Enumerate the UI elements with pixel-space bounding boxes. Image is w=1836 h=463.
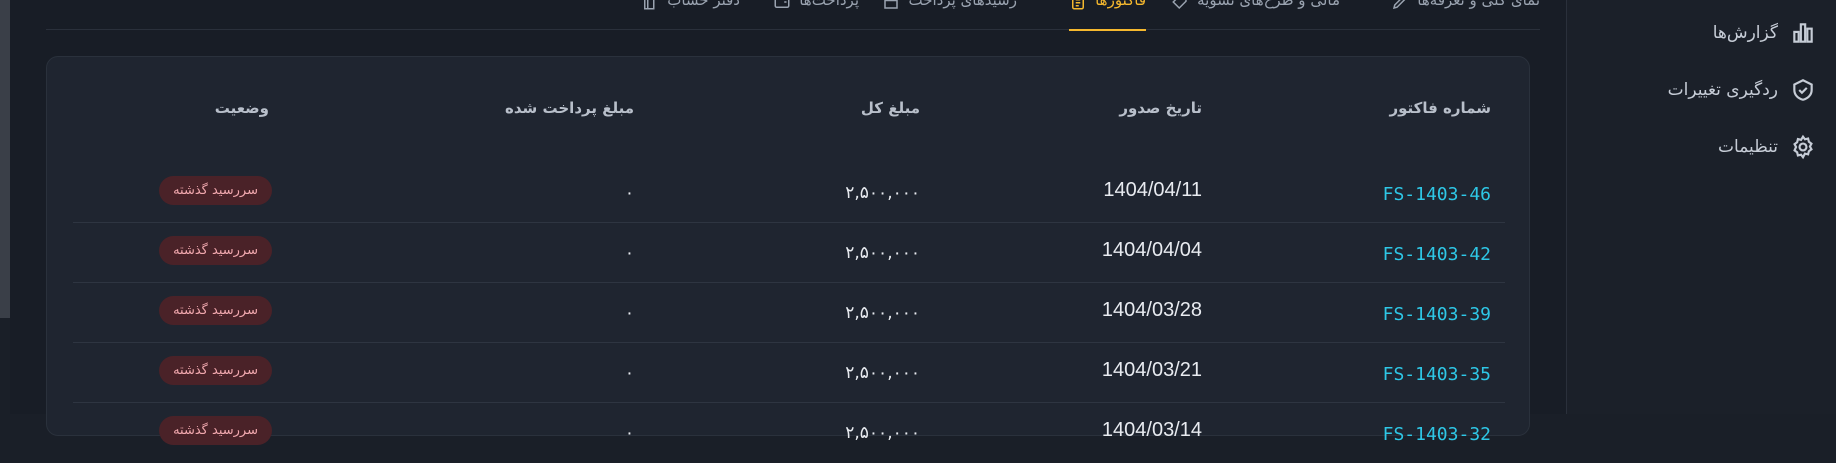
- paid-amount: ۰: [624, 183, 634, 203]
- tab-label: پرداخت‌ها: [799, 0, 859, 9]
- tab-bar: نمای کلی و تعرفه‌ها مالی و طرح‌های تسویه…: [46, 0, 1540, 31]
- document-icon: [1072, 0, 1085, 10]
- paid-amount: ۰: [624, 303, 634, 323]
- header-issue-date: تاریخ صدور: [1119, 99, 1202, 117]
- tab-label: مالی و طرح‌های تسویه: [1197, 0, 1340, 9]
- tag-icon: [1172, 0, 1187, 10]
- gear-icon: [1793, 134, 1813, 160]
- page-scrollbar[interactable]: [0, 0, 10, 318]
- status-badge: سررسید گذشته: [159, 176, 272, 205]
- invoices-table: شماره فاکتور تاریخ صدور مبلغ کل مبلغ پرد…: [73, 57, 1505, 463]
- invoice-number-link[interactable]: FS-1403-39: [1383, 304, 1491, 325]
- total-amount: ۲,۵۰۰,۰۰۰: [845, 243, 920, 263]
- sidebar: گزارش‌ها ردگیری تغییرات تنظیمات: [1566, 0, 1836, 414]
- issue-date: 1404/03/21: [1101, 359, 1202, 381]
- tab-receipts[interactable]: رسیدهای پرداخت: [882, 0, 1017, 30]
- total-amount: ۲,۵۰۰,۰۰۰: [845, 423, 920, 443]
- paid-amount: ۰: [624, 423, 634, 443]
- header-invoice-no: شماره فاکتور: [1389, 99, 1492, 117]
- main-content: نمای کلی و تعرفه‌ها مالی و طرح‌های تسویه…: [10, 0, 1566, 445]
- sidebar-item-settings[interactable]: تنظیمات: [1718, 132, 1816, 162]
- tab-overview[interactable]: نمای کلی و تعرفه‌ها: [1391, 0, 1540, 30]
- total-amount: ۲,۵۰۰,۰۰۰: [845, 183, 920, 203]
- invoice-number-link[interactable]: FS-1403-46: [1383, 184, 1491, 205]
- invoice-number-link[interactable]: FS-1403-42: [1383, 244, 1491, 265]
- pencil-icon: [1393, 0, 1406, 10]
- header-status: وضعیت: [214, 99, 269, 117]
- paid-amount: ۰: [624, 363, 634, 383]
- total-amount: ۲,۵۰۰,۰۰۰: [845, 303, 920, 323]
- tab-label: دفتر حساب: [667, 0, 740, 9]
- tab-invoices[interactable]: فاکتورها: [1069, 0, 1146, 31]
- status-badge: سررسید گذشته: [159, 296, 272, 325]
- header-paid: مبلغ پرداخت شده: [505, 99, 634, 117]
- table-row[interactable]: FS-1403-35 1404/03/21 ۲,۵۰۰,۰۰۰ ۰ سررسید…: [73, 343, 1505, 403]
- status-badge: سررسید گذشته: [159, 416, 272, 445]
- tab-ledger[interactable]: دفتر حساب: [641, 0, 740, 30]
- sidebar-item-audit[interactable]: ردگیری تغییرات: [1668, 75, 1816, 105]
- receipt-icon: [884, 0, 899, 9]
- status-badge: سررسید گذشته: [159, 356, 272, 385]
- issue-date: 1404/04/04: [1101, 239, 1202, 261]
- bar-chart-icon: [1793, 23, 1813, 43]
- total-amount: ۲,۵۰۰,۰۰۰: [845, 363, 920, 383]
- tab-finance[interactable]: مالی و طرح‌های تسویه: [1171, 0, 1340, 30]
- tab-label: نمای کلی و تعرفه‌ها: [1417, 0, 1540, 9]
- sidebar-item-label: ردگیری تغییرات: [1667, 80, 1778, 100]
- issue-date: 1404/03/14: [1101, 419, 1202, 441]
- tab-payments[interactable]: پرداخت‌ها: [773, 0, 859, 30]
- paid-amount: ۰: [624, 243, 634, 263]
- table-row[interactable]: FS-1403-42 1404/04/04 ۲,۵۰۰,۰۰۰ ۰ سررسید…: [73, 223, 1505, 283]
- issue-date: 1404/03/28: [1101, 299, 1202, 321]
- ledger-icon: [644, 0, 655, 10]
- tab-label: فاکتورها: [1095, 0, 1146, 9]
- tab-label: رسیدهای پرداخت: [908, 0, 1017, 9]
- invoice-number-link[interactable]: FS-1403-35: [1383, 364, 1491, 385]
- table-header: شماره فاکتور تاریخ صدور مبلغ کل مبلغ پرد…: [73, 57, 1505, 163]
- table-row[interactable]: FS-1403-46 1404/04/11 ۲,۵۰۰,۰۰۰ ۰ سررسید…: [73, 163, 1505, 223]
- wallet-icon: [774, 0, 790, 8]
- sidebar-item-label: تنظیمات: [1718, 137, 1778, 157]
- issue-date: 1404/04/11: [1103, 179, 1202, 201]
- sidebar-item-label: گزارش‌ها: [1712, 23, 1778, 43]
- sidebar-item-reports[interactable]: گزارش‌ها: [1713, 18, 1816, 48]
- table-row[interactable]: FS-1403-39 1404/03/28 ۲,۵۰۰,۰۰۰ ۰ سررسید…: [73, 283, 1505, 343]
- invoice-number-link[interactable]: FS-1403-32: [1383, 424, 1491, 445]
- table-row[interactable]: FS-1403-32 1404/03/14 ۲,۵۰۰,۰۰۰ ۰ سررسید…: [73, 403, 1505, 463]
- status-badge: سررسید گذشته: [159, 236, 272, 265]
- header-total: مبلغ کل: [860, 99, 920, 117]
- shield-check-icon: [1793, 79, 1813, 101]
- invoices-card: شماره فاکتور تاریخ صدور مبلغ کل مبلغ پرد…: [46, 56, 1530, 445]
